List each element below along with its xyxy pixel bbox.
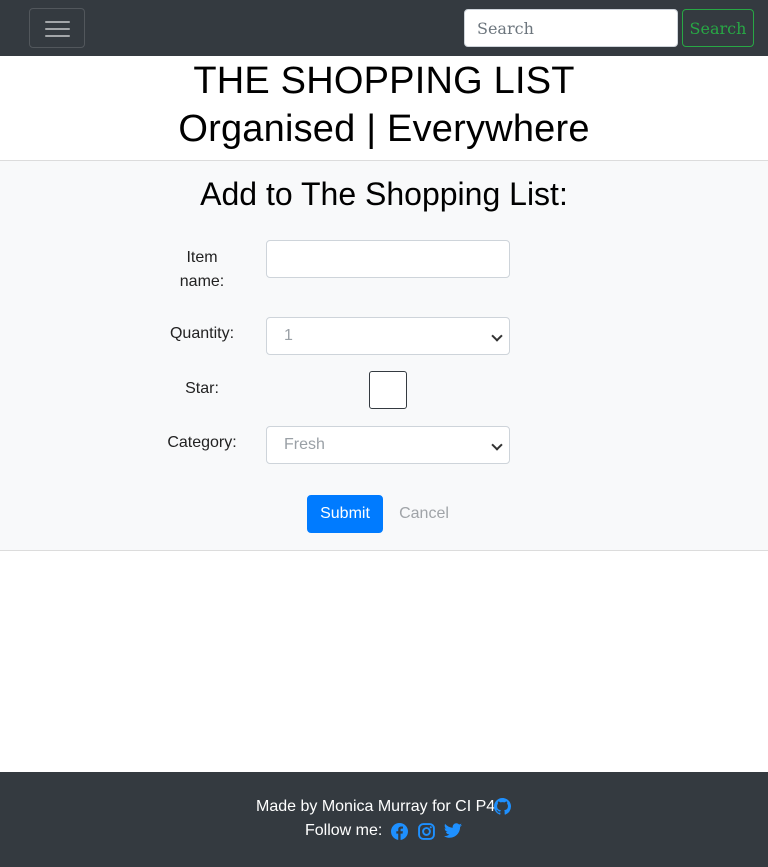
item-name-input[interactable] [266, 240, 510, 278]
category-label: Category: [167, 434, 237, 451]
category-select[interactable]: Fresh [266, 426, 510, 464]
twitter-icon[interactable] [444, 823, 462, 839]
footer: Made by Monica Murray for CI P4 Follow m… [0, 772, 768, 867]
github-icon[interactable] [494, 798, 511, 815]
page-tagline: Organised | Everywhere [178, 108, 590, 150]
item-name-label: Item name: [179, 249, 225, 290]
follow-me-label: Follow me: [305, 822, 383, 839]
star-checkbox[interactable] [369, 371, 407, 409]
hamburger-menu-icon [45, 21, 70, 23]
category-selected-value: Fresh [284, 436, 325, 453]
navbar-toggler-button[interactable] [29, 8, 85, 48]
cancel-link[interactable]: Cancel [395, 505, 453, 523]
instagram-icon[interactable] [418, 823, 435, 840]
form-title: Add to The Shopping List: [200, 176, 568, 212]
star-label: Star: [185, 380, 219, 397]
footer-credit: Made by Monica Murray for CI P4 [256, 798, 496, 815]
page-header: THE SHOPPING LIST Organised | Everywhere [0, 56, 768, 161]
add-item-form: Add to The Shopping List: Item name: Qua… [0, 161, 768, 551]
navbar: Search [0, 0, 768, 56]
quantity-selected-value: 1 [284, 327, 293, 344]
chevron-down-icon [491, 330, 503, 342]
search-button[interactable]: Search [682, 9, 754, 47]
facebook-icon[interactable] [391, 823, 408, 840]
submit-button[interactable]: Submit [307, 495, 383, 533]
chevron-down-icon [491, 439, 503, 451]
quantity-label: Quantity: [169, 325, 235, 342]
search-input[interactable] [464, 9, 678, 47]
quantity-select[interactable]: 1 [266, 317, 510, 355]
page-title: THE SHOPPING LIST [193, 60, 575, 102]
